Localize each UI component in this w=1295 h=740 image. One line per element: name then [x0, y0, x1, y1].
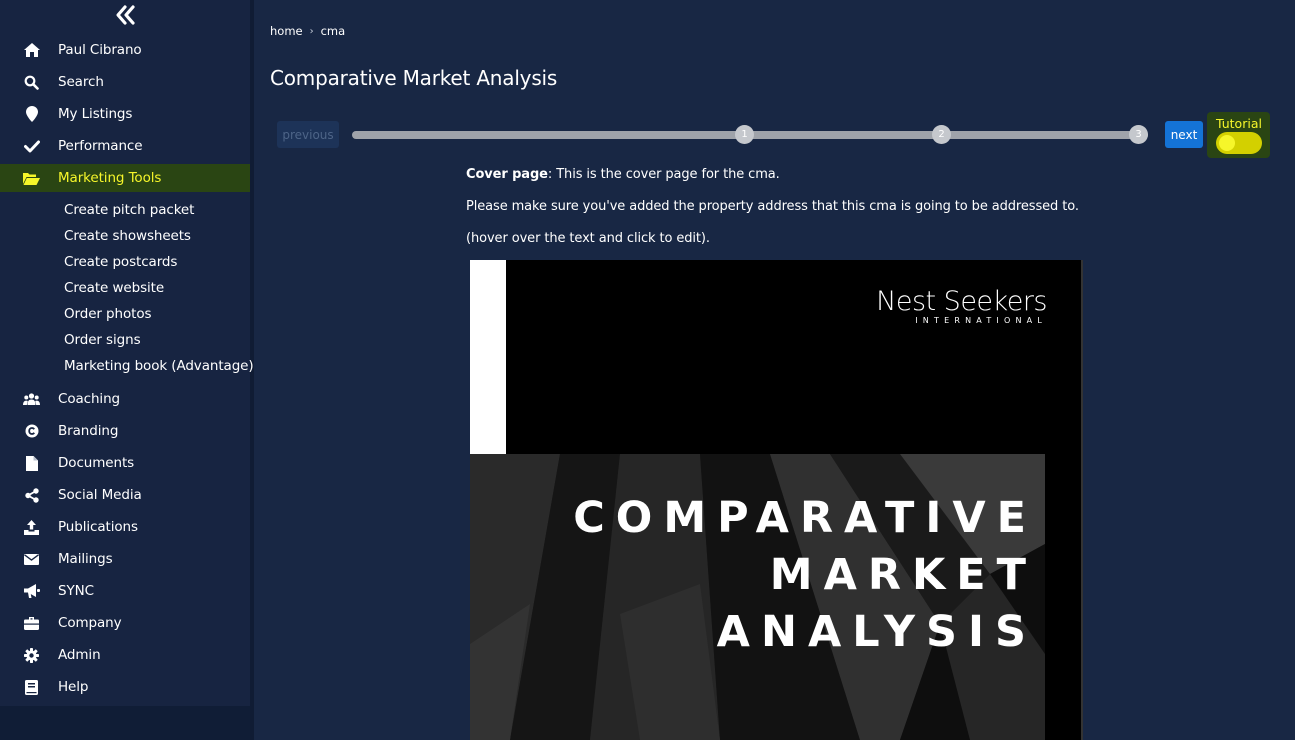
- sidebar-item-branding[interactable]: Branding: [0, 417, 250, 445]
- toggle-knob: [1219, 135, 1235, 151]
- sidebar-item-company[interactable]: Company: [0, 609, 250, 637]
- sidebar-item-profile[interactable]: Paul Cibrano: [0, 36, 250, 64]
- cover-title-line-3[interactable]: ANALYSIS: [717, 607, 1037, 657]
- sidebar-item-help[interactable]: Help: [0, 673, 250, 701]
- brand-logo-subtitle: INTERNATIONAL: [915, 316, 1047, 325]
- tutorial-label: Tutorial: [1216, 116, 1262, 131]
- sidebar-item-publications[interactable]: Publications: [0, 513, 250, 541]
- breadcrumb-separator-icon: ›: [309, 25, 314, 37]
- collapse-sidebar-icon[interactable]: [114, 4, 138, 26]
- cover-page-label: Cover page: [466, 167, 548, 182]
- brand-logo[interactable]: Nest Seekers: [876, 286, 1047, 317]
- share-icon: [23, 487, 40, 503]
- submenu-marketing-book[interactable]: Marketing book (Advantage): [64, 358, 254, 374]
- sidebar-item-label: Performance: [58, 138, 143, 154]
- step-1-dot[interactable]: 1: [735, 125, 754, 144]
- sidebar-item-label: Publications: [58, 519, 138, 535]
- instruction-text: : This is the cover page for the cma.: [547, 167, 780, 182]
- sidebar-item-sync[interactable]: SYNC: [0, 577, 250, 605]
- sidebar-item-label: Company: [58, 615, 122, 631]
- sidebar-item-coaching[interactable]: Coaching: [0, 385, 250, 413]
- sidebar-item-label: Marketing Tools: [58, 170, 162, 186]
- home-icon: [23, 42, 40, 58]
- envelope-icon: [23, 551, 40, 567]
- upload-icon: [23, 519, 40, 535]
- users-icon: [23, 391, 40, 407]
- breadcrumb: home › cma: [270, 24, 345, 38]
- sidebar-item-label: Help: [58, 679, 89, 695]
- sidebar-item-label: Paul Cibrano: [58, 42, 142, 58]
- sidebar-item-label: Branding: [58, 423, 119, 439]
- sidebar-item-documents[interactable]: Documents: [0, 449, 250, 477]
- cover-title-line-1[interactable]: COMPARATIVE: [573, 493, 1037, 543]
- map-pin-icon: [23, 106, 40, 122]
- checkmark-icon: [23, 138, 40, 154]
- submenu-create-pitch-packet[interactable]: Create pitch packet: [64, 202, 194, 218]
- sidebar-item-label: My Listings: [58, 106, 133, 122]
- sidebar-item-marketing-tools[interactable]: Marketing Tools: [0, 164, 250, 192]
- megaphone-icon: [23, 583, 40, 599]
- next-button[interactable]: next: [1165, 121, 1203, 148]
- sidebar-footer: [0, 706, 250, 740]
- sidebar-item-label: Admin: [58, 647, 101, 663]
- folder-open-icon: [23, 170, 40, 186]
- submenu-create-postcards[interactable]: Create postcards: [64, 254, 177, 270]
- sidebar-item-performance[interactable]: Performance: [0, 132, 250, 160]
- sidebar-item-mailings[interactable]: Mailings: [0, 545, 250, 573]
- cover-title-line-2[interactable]: MARKET: [770, 550, 1037, 600]
- step-2-dot[interactable]: 2: [932, 125, 951, 144]
- sidebar-item-label: Search: [58, 74, 104, 90]
- instruction-line-1: Cover page: This is the cover page for t…: [466, 167, 780, 182]
- submenu-create-showsheets[interactable]: Create showsheets: [64, 228, 191, 244]
- tutorial-toggle[interactable]: [1216, 132, 1262, 154]
- search-icon: [23, 74, 40, 90]
- submenu-order-photos[interactable]: Order photos: [64, 306, 152, 322]
- briefcase-icon: [23, 615, 40, 631]
- breadcrumb-home[interactable]: home: [270, 24, 303, 38]
- sidebar-item-label: SYNC: [58, 583, 94, 599]
- submenu-order-signs[interactable]: Order signs: [64, 332, 141, 348]
- sidebar-item-social-media[interactable]: Social Media: [0, 481, 250, 509]
- sidebar-item-search[interactable]: Search: [0, 68, 250, 96]
- sidebar-item-label: Social Media: [58, 487, 142, 503]
- page-title: Comparative Market Analysis: [270, 66, 558, 90]
- cover-accent-bar: [470, 260, 506, 454]
- cover-edge: [1081, 260, 1083, 740]
- sidebar-item-my-listings[interactable]: My Listings: [0, 100, 250, 128]
- sidebar-item-admin[interactable]: Admin: [0, 641, 250, 669]
- submenu-create-website[interactable]: Create website: [64, 280, 164, 296]
- breadcrumb-current[interactable]: cma: [321, 24, 346, 38]
- sidebar-item-label: Mailings: [58, 551, 113, 567]
- previous-button[interactable]: previous: [277, 121, 339, 148]
- cover-page-preview[interactable]: Nest Seekers INTERNATIONAL COMPARATIVE M…: [470, 260, 1083, 740]
- sidebar-item-label: Documents: [58, 455, 135, 471]
- sidebar-item-label: Coaching: [58, 391, 121, 407]
- copyright-icon: [23, 423, 40, 439]
- document-icon: [23, 455, 40, 471]
- instruction-line-3: (hover over the text and click to edit).: [466, 231, 710, 246]
- gear-icon: [23, 647, 40, 663]
- step-3-dot[interactable]: 3: [1129, 125, 1148, 144]
- book-icon: [23, 679, 40, 695]
- instruction-line-2: Please make sure you've added the proper…: [466, 199, 1079, 214]
